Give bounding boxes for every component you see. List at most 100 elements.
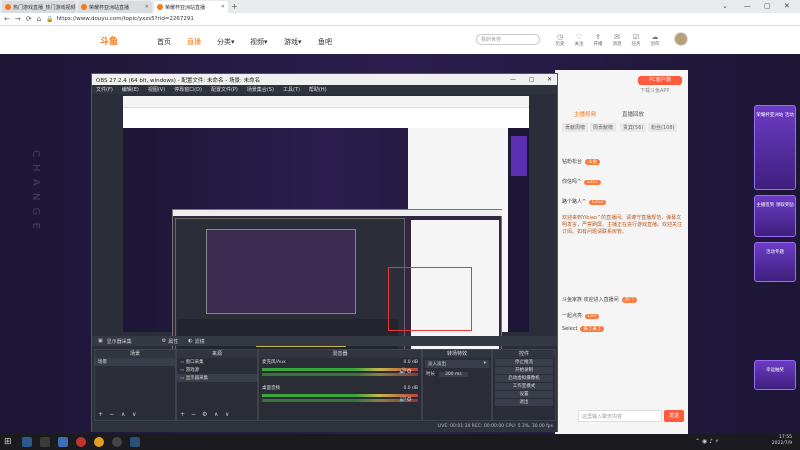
send-button[interactable]: 发送 — [664, 410, 684, 422]
download-app-link[interactable]: 下载斗鱼APP — [640, 87, 669, 94]
promo-banner[interactable]: 荣耀杯亚洲站 活动 — [754, 105, 796, 190]
tab-replay[interactable]: 直播回放 — [622, 110, 644, 118]
message-icon[interactable]: ✉ 消息 — [610, 33, 624, 47]
nav-live[interactable]: 直播 — [187, 37, 201, 47]
selection-box[interactable] — [388, 267, 472, 331]
taskbar-app-icon[interactable] — [40, 437, 50, 447]
taskbar-app-icon[interactable] — [130, 437, 140, 447]
obs-window[interactable]: OBS 27.2.4 (64 bit, windows) - 配置文件: 未命名… — [91, 73, 558, 432]
promo-banner[interactable]: 活动专题 — [754, 242, 796, 282]
nav-game[interactable]: 游戏▾ — [284, 37, 302, 47]
chat-line[interactable]: 一起点亮 Lv3 — [562, 312, 600, 319]
subtab-weekly[interactable]: 周贡献榜 — [590, 123, 617, 132]
upload-icon[interactable]: ⇪ 开播 — [591, 33, 605, 47]
obs-menu-help[interactable]: 帮助(H) — [309, 86, 327, 93]
studio-mode-button[interactable]: 工作室模式 — [495, 383, 553, 390]
move-down-icon[interactable]: ∨ — [225, 411, 229, 418]
obs-menu-tools[interactable]: 工具(T) — [283, 86, 300, 93]
chat-line[interactable]: 你信吗^ Lv17 — [562, 178, 602, 185]
obs-menu-file[interactable]: 文件(F) — [96, 86, 113, 93]
scene-item[interactable]: 场景 — [95, 358, 175, 366]
nav-fishbar[interactable]: 鱼吧 — [318, 37, 332, 47]
speaker-icon[interactable]: 🔊⚙ — [399, 368, 412, 375]
start-recording-button[interactable]: 开始录制 — [495, 367, 553, 374]
stop-streaming-button[interactable]: 停止推流 — [495, 359, 553, 366]
filters-button[interactable]: 滤镜 — [195, 338, 205, 345]
task-icon[interactable]: ☑ 任务 — [629, 33, 643, 47]
home-button[interactable]: ⌂ — [37, 15, 41, 23]
taskbar-app-icon[interactable] — [76, 437, 86, 447]
speaker-icon[interactable]: 🔊⚙ — [399, 396, 412, 403]
chat-line[interactable]: 斗鱼家族 欢迎进入直播间 开门 — [562, 296, 637, 303]
avatar[interactable] — [674, 32, 688, 46]
obs-close-button[interactable]: ✕ — [547, 76, 552, 83]
subtab-fans[interactable]: 粉丝(108) — [648, 123, 678, 132]
promo-banner[interactable]: 幸运抽奖 — [754, 360, 796, 390]
nav-video[interactable]: 视频▾ — [250, 37, 268, 47]
browser-tab[interactable]: 荣耀杯亚洲站直播 ✕ — [78, 1, 152, 13]
pc-client-button[interactable]: PC客户端 — [638, 76, 682, 85]
nav-category[interactable]: 分类▾ — [217, 37, 235, 47]
taskbar-clock[interactable]: 17:55 2022/7/9 — [772, 435, 792, 447]
create-icon[interactable]: ☁ 创作 — [648, 33, 662, 47]
obs-menu-profile[interactable]: 配置文件(P) — [211, 86, 238, 93]
back-button[interactable]: ← — [4, 15, 10, 23]
obs-menu-docks[interactable]: 停靠窗口(D) — [174, 86, 202, 93]
minimize-button[interactable]: — — [744, 0, 751, 13]
subtab-vip[interactable]: 贵宾(56) — [620, 123, 647, 132]
remove-source-icon[interactable]: − — [191, 411, 196, 418]
subtab-contrib-week[interactable]: 贡献周榜 — [562, 123, 589, 132]
exit-button[interactable]: 退出 — [495, 399, 553, 406]
obs-menu-scenes[interactable]: 场景集合(S) — [247, 86, 274, 93]
search-input[interactable]: 我的世界 — [476, 34, 540, 45]
obs-maximize-button[interactable]: ▢ — [529, 76, 535, 83]
forward-button[interactable]: → — [15, 15, 21, 23]
gear-icon[interactable]: ⚙ — [202, 411, 207, 418]
duration-input[interactable]: 300 ms — [439, 371, 468, 377]
history-icon[interactable]: ◷ 历史 — [553, 33, 567, 47]
chat-line[interactable]: Select 来了来了 — [562, 326, 605, 332]
taskbar-app-icon[interactable] — [94, 437, 104, 447]
follow-icon[interactable]: ♡ 关注 — [572, 33, 586, 47]
new-tab-button[interactable]: + — [231, 1, 238, 13]
taskbar: ⊞ — [0, 434, 800, 450]
move-down-icon[interactable]: ∨ — [132, 411, 136, 418]
tab-anchor-video[interactable]: 主播视频 — [574, 110, 596, 118]
douyu-logo[interactable]: 斗鱼 — [100, 34, 118, 47]
taskbar-app-icon[interactable] — [58, 437, 68, 447]
remove-scene-icon[interactable]: − — [109, 411, 114, 418]
chat-line[interactable]: 路个路人^ Lv12 — [562, 198, 607, 205]
add-source-icon[interactable]: + — [180, 411, 185, 418]
secure-lock-icon: 🔒 — [46, 15, 54, 23]
promo-banner[interactable]: 主播签到 领取奖励 — [754, 195, 796, 237]
browser-tab[interactable]: 热门游戏直播_热门游戏视频✕ — [2, 1, 76, 13]
settings-button[interactable]: 设置 — [495, 391, 553, 398]
add-scene-icon[interactable]: + — [98, 411, 103, 418]
obs-taskbar-icon[interactable] — [112, 437, 122, 447]
move-up-icon[interactable]: ∧ — [214, 411, 218, 418]
transition-select[interactable]: 淡入淡出 ▾ — [425, 360, 489, 368]
virtual-camera-button[interactable]: 启动虚拟摄像机 — [495, 375, 553, 382]
obs-menu-view[interactable]: 视图(V) — [148, 86, 165, 93]
browser-menu-icon[interactable]: ⌄ — [722, 0, 728, 13]
obs-minimize-button[interactable]: — — [510, 76, 516, 83]
tray-icons[interactable]: ⌃ ◉ ♪ ⚡ — [695, 438, 719, 445]
url-field[interactable]: https://www.douyu.com/topic/yxzs5?rid=22… — [57, 16, 194, 22]
source-item[interactable]: ▭ 窗口采集 — [177, 358, 257, 366]
close-tab-icon[interactable]: ✕ — [221, 4, 225, 10]
properties-button[interactable]: 属性 — [168, 338, 178, 345]
close-tab-icon[interactable]: ✕ — [145, 4, 149, 10]
taskbar-app-icon[interactable] — [22, 437, 32, 447]
reload-button[interactable]: ⟳ — [26, 15, 32, 23]
source-item[interactable]: ▭ 显示器采集 — [177, 374, 257, 382]
browser-tab-active[interactable]: 荣耀杯亚洲站直播 ✕ — [154, 1, 228, 13]
chat-line[interactable]: 钻粉松台 斗鱼 — [562, 158, 601, 165]
maximize-button[interactable]: ▢ — [764, 0, 771, 13]
chat-input[interactable]: 这里输入聊天内容 — [578, 410, 662, 422]
windows-start-icon[interactable]: ⊞ — [4, 437, 14, 447]
move-up-icon[interactable]: ∧ — [121, 411, 125, 418]
close-window-button[interactable]: ✕ — [784, 0, 790, 13]
obs-menu-edit[interactable]: 编辑(E) — [122, 86, 139, 93]
nav-home[interactable]: 首页 — [157, 37, 171, 47]
source-item[interactable]: ▭ 游戏源 — [177, 366, 257, 374]
